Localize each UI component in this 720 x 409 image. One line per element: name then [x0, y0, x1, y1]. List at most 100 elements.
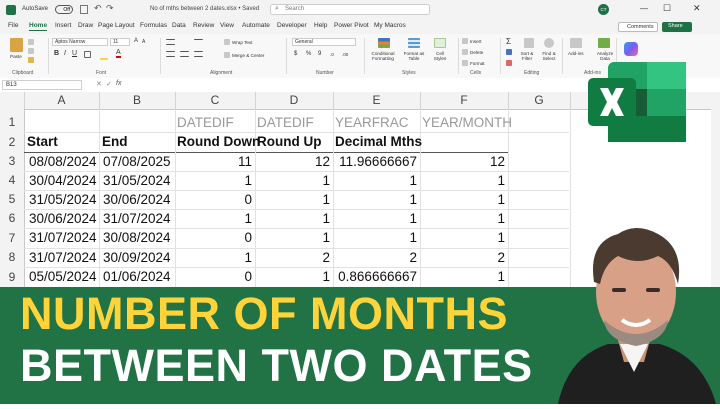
cell-e4[interactable]: 1	[335, 173, 417, 188]
cell-a2[interactable]: Start	[27, 134, 58, 149]
tab-view[interactable]: View	[220, 22, 234, 29]
wrap-text-icon[interactable]	[224, 39, 230, 45]
cancel-icon[interactable]: ✕	[96, 80, 102, 88]
user-avatar[interactable]: CT	[598, 4, 609, 15]
find-select-icon[interactable]	[544, 38, 554, 48]
cell-f9[interactable]: 1	[422, 269, 505, 284]
align-top-icon[interactable]	[166, 39, 175, 45]
delete-cells-button[interactable]: Delete	[470, 50, 483, 55]
maximize-icon[interactable]: ☐	[663, 3, 671, 14]
tab-home[interactable]: Home	[29, 22, 48, 31]
cell-a6[interactable]: 30/06/2024	[29, 211, 97, 226]
add-ins-icon[interactable]	[570, 38, 582, 48]
increase-font-icon[interactable]: A	[134, 38, 138, 44]
cell-b6[interactable]: 31/07/2024	[103, 211, 171, 226]
tab-file[interactable]: File	[8, 22, 18, 29]
merge-center-button[interactable]: Merge & Center	[232, 53, 264, 58]
cell-c7[interactable]: 0	[177, 230, 252, 245]
cell-e2[interactable]: Decimal Mths	[335, 134, 422, 149]
cell-d8[interactable]: 2	[257, 250, 330, 265]
cell-c2[interactable]: Round Down	[177, 134, 260, 149]
cell-f5[interactable]: 1	[422, 192, 505, 207]
format-cells-icon[interactable]	[462, 60, 468, 66]
cell-a5[interactable]: 31/05/2024	[29, 192, 97, 207]
format-as-table-button[interactable]: Format as Table	[400, 51, 428, 61]
column-header-e[interactable]: E	[333, 92, 421, 109]
cell-e5[interactable]: 1	[335, 192, 417, 207]
copy-icon[interactable]	[28, 48, 34, 54]
tab-power-pivot[interactable]: Power Pivot	[334, 22, 369, 29]
cell-f3[interactable]: 12	[422, 154, 505, 169]
minimize-icon[interactable]: —	[640, 4, 648, 13]
cell-d9[interactable]: 1	[257, 269, 330, 284]
column-header-d[interactable]: D	[255, 92, 334, 109]
underline-icon[interactable]: U	[72, 50, 77, 57]
cell-c8[interactable]: 1	[177, 250, 252, 265]
tab-formulas[interactable]: Formulas	[140, 22, 167, 29]
orientation-icon[interactable]	[194, 39, 203, 44]
column-header-f[interactable]: F	[420, 92, 509, 109]
cell-b8[interactable]: 30/09/2024	[103, 250, 171, 265]
cell-styles-button[interactable]: Cell Styles	[430, 51, 450, 61]
increase-decimal-icon[interactable]: .0	[330, 52, 334, 57]
fill-icon[interactable]	[506, 49, 512, 55]
comma-icon[interactable]: 9	[318, 51, 321, 57]
row-header[interactable]: 2	[0, 132, 25, 152]
row-header[interactable]: 5	[0, 190, 25, 209]
cell-styles-icon[interactable]	[434, 38, 446, 48]
autosum-icon[interactable]: Σ	[506, 37, 511, 46]
cell-a3[interactable]: 08/08/2024	[29, 154, 97, 169]
cell-d2[interactable]: Round Up	[257, 134, 321, 149]
cell-a4[interactable]: 30/04/2024	[29, 173, 97, 188]
copilot-icon[interactable]	[624, 42, 638, 56]
search-box[interactable]: ⌕ Search	[270, 4, 430, 15]
redo-icon[interactable]: ↷	[106, 3, 114, 14]
tab-insert[interactable]: Insert	[55, 22, 71, 29]
tab-draw[interactable]: Draw	[78, 22, 93, 29]
cell-e3[interactable]: 11.96666667	[335, 154, 417, 169]
cell-c5[interactable]: 0	[177, 192, 252, 207]
save-icon[interactable]	[80, 5, 88, 14]
analyze-data-icon[interactable]	[598, 38, 610, 48]
decrease-decimal-icon[interactable]: .00	[342, 52, 348, 57]
autosave-toggle[interactable]: Off	[55, 5, 73, 14]
cell-e9[interactable]: 0.866666667	[335, 269, 417, 284]
decrease-font-icon[interactable]: A	[142, 39, 145, 45]
bold-icon[interactable]: B	[54, 50, 59, 57]
row-header[interactable]: 7	[0, 228, 25, 248]
conditional-formatting-button[interactable]: Conditional Formatting	[368, 51, 398, 61]
close-icon[interactable]: ✕	[693, 3, 701, 14]
row-header[interactable]: 9	[0, 267, 25, 287]
column-header-b[interactable]: B	[99, 92, 176, 109]
cell-d4[interactable]: 1	[257, 173, 330, 188]
number-format-select[interactable]: General	[292, 38, 356, 46]
cell-a7[interactable]: 31/07/2024	[29, 230, 97, 245]
cell-b3[interactable]: 07/08/2025	[103, 154, 171, 169]
row-header[interactable]: 6	[0, 209, 25, 228]
font-color-icon[interactable]: A	[116, 49, 121, 58]
format-as-table-icon[interactable]	[408, 38, 420, 48]
tab-help[interactable]: Help	[314, 22, 327, 29]
wrap-text-button[interactable]: Wrap Text	[232, 40, 253, 45]
share-button[interactable]: Share	[662, 22, 692, 32]
cell-d1[interactable]: DATEDIF	[257, 115, 314, 130]
find-select-button[interactable]: Find & Select	[540, 51, 558, 61]
tab-developer[interactable]: Developer	[277, 22, 307, 29]
cell-e7[interactable]: 1	[335, 230, 417, 245]
tab-review[interactable]: Review	[193, 22, 214, 29]
cell-d5[interactable]: 1	[257, 192, 330, 207]
font-size-select[interactable]: 11	[110, 38, 130, 46]
insert-cells-button[interactable]: Insert	[470, 39, 482, 44]
row-header[interactable]: 8	[0, 248, 25, 267]
sort-filter-icon[interactable]	[524, 38, 534, 48]
cell-b9[interactable]: 01/06/2024	[103, 269, 171, 284]
cut-icon[interactable]	[28, 39, 34, 45]
select-all-corner[interactable]	[0, 92, 25, 109]
cell-f8[interactable]: 2	[422, 250, 505, 265]
cell-f6[interactable]: 1	[422, 211, 505, 226]
currency-icon[interactable]: $	[294, 51, 297, 57]
italic-icon[interactable]: I	[64, 50, 66, 57]
comments-button[interactable]: Comments	[618, 22, 658, 32]
cell-e8[interactable]: 2	[335, 250, 417, 265]
cell-b5[interactable]: 30/06/2024	[103, 192, 171, 207]
